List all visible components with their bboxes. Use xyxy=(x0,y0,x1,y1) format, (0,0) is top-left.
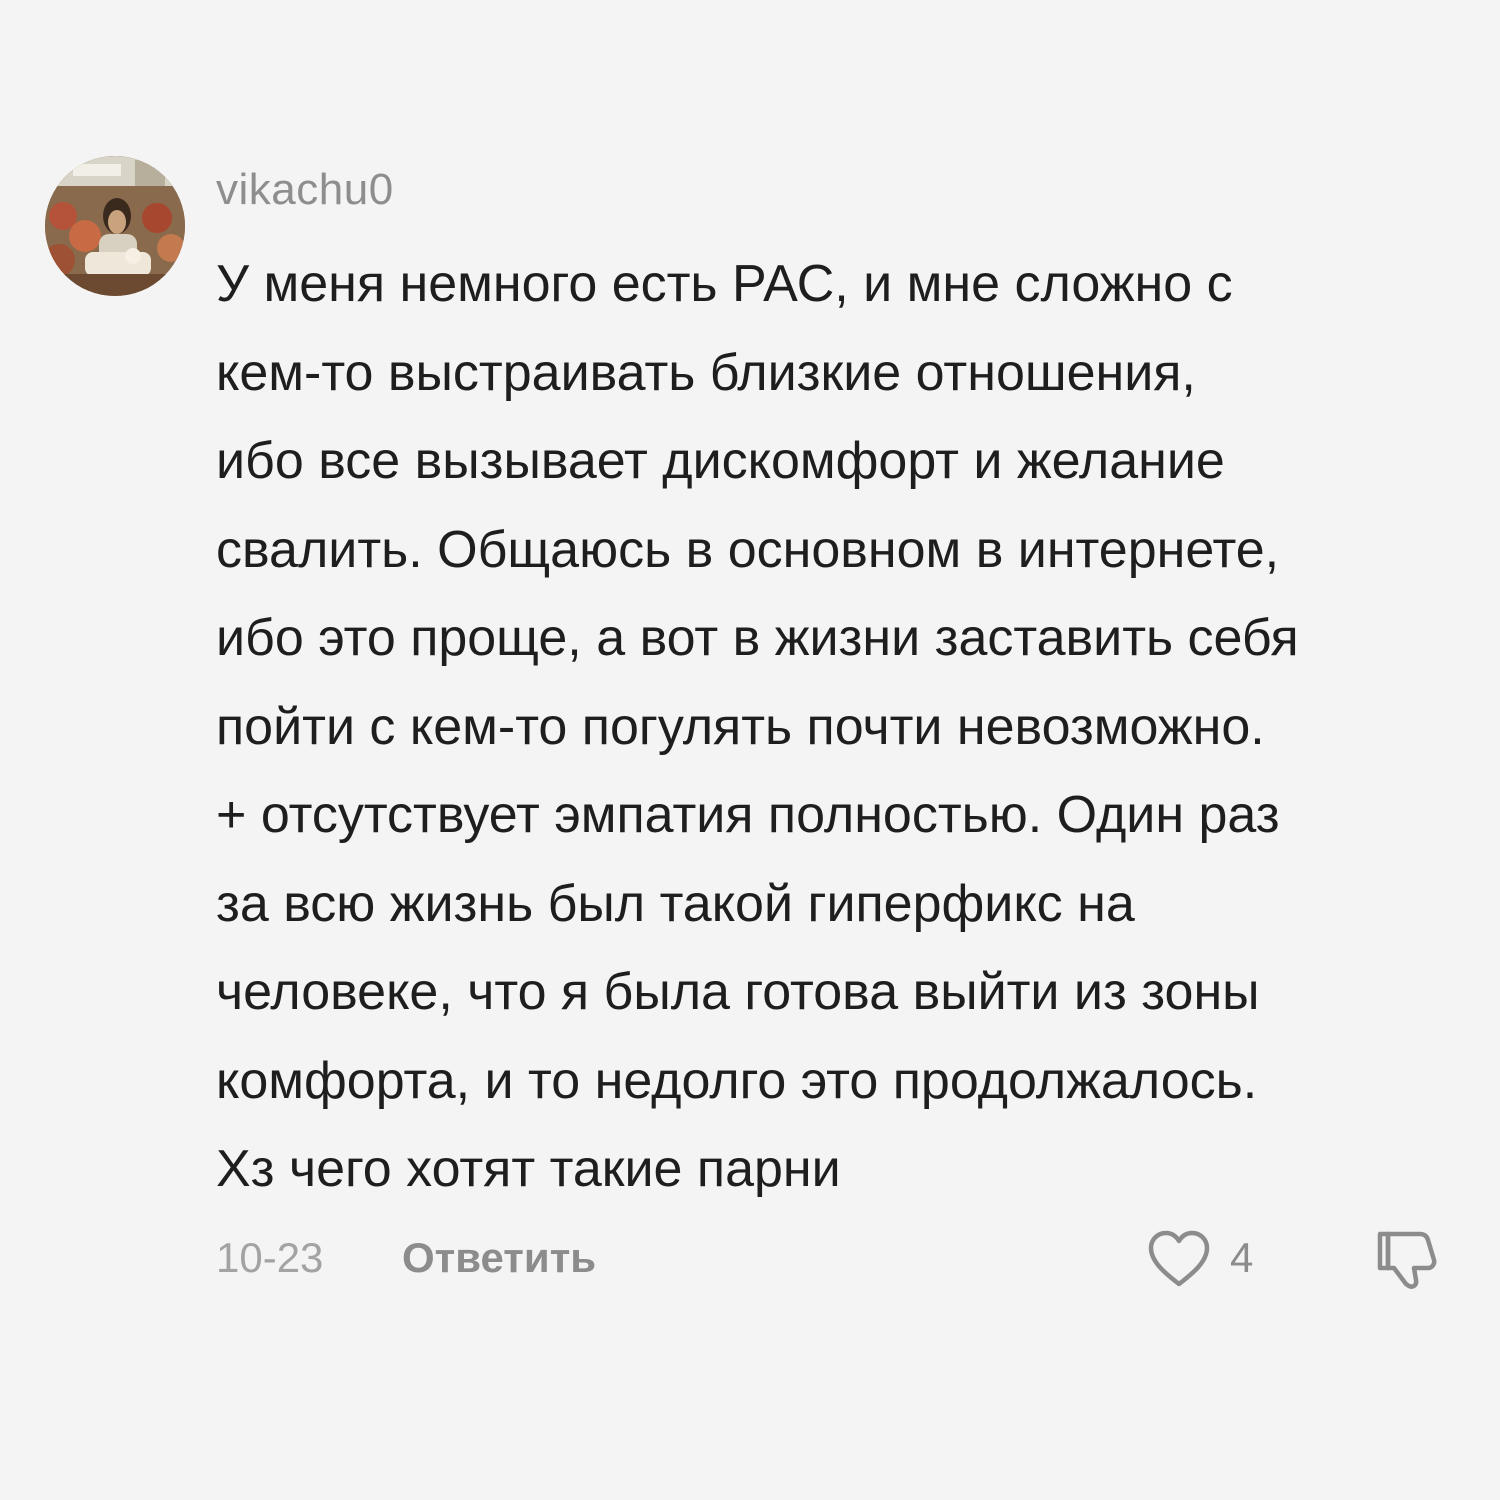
comment-date: 10-23 xyxy=(216,1234,324,1281)
comment-card: vikachu0 У меня немного есть РАС, и мне … xyxy=(0,0,1500,1500)
comment-text-line: Хз чего хотят такие парни xyxy=(216,1140,841,1198)
comment-text-line: ибо это проще, а вот в жизни заставить с… xyxy=(216,609,1299,667)
username[interactable]: vikachu0 xyxy=(216,164,394,216)
comment-text: У меня немного есть РАС, и мне сложно с … xyxy=(216,240,1476,1214)
comment-text-line: свалить. Общаюсь в основном в интернете, xyxy=(216,520,1280,579)
comment-text-line: пойти с кем-то погулять почти невозможно… xyxy=(216,697,1265,756)
like-button[interactable]: 4 xyxy=(1146,1226,1286,1292)
avatar-image xyxy=(45,156,185,296)
comment-text-line: человеке, что я была готова выйти из зон… xyxy=(216,963,1260,1021)
comment-text-line: + отсутствует эмпатия полностью. Один ра… xyxy=(216,786,1280,844)
user-avatar[interactable] xyxy=(45,156,185,296)
comment-text-line: за всю жизнь был такой гиперфикс на xyxy=(216,874,1135,933)
comment-text-line: ибо все вызывает дискомфорт и желание xyxy=(216,432,1225,490)
reply-button[interactable]: Ответить xyxy=(402,1232,596,1284)
like-count: 4 xyxy=(1230,1234,1254,1281)
comment-text-line: комфорта, и то недолго это продолжалось. xyxy=(216,1051,1258,1110)
comment-text-line: кем-то выстраивать близкие отношения, xyxy=(216,343,1196,402)
thumbs-down-outline-icon[interactable] xyxy=(1374,1224,1444,1294)
heart-outline-icon[interactable] xyxy=(1146,1228,1212,1290)
comment-text-line: У меня немного есть РАС, и мне сложно с xyxy=(216,255,1233,313)
